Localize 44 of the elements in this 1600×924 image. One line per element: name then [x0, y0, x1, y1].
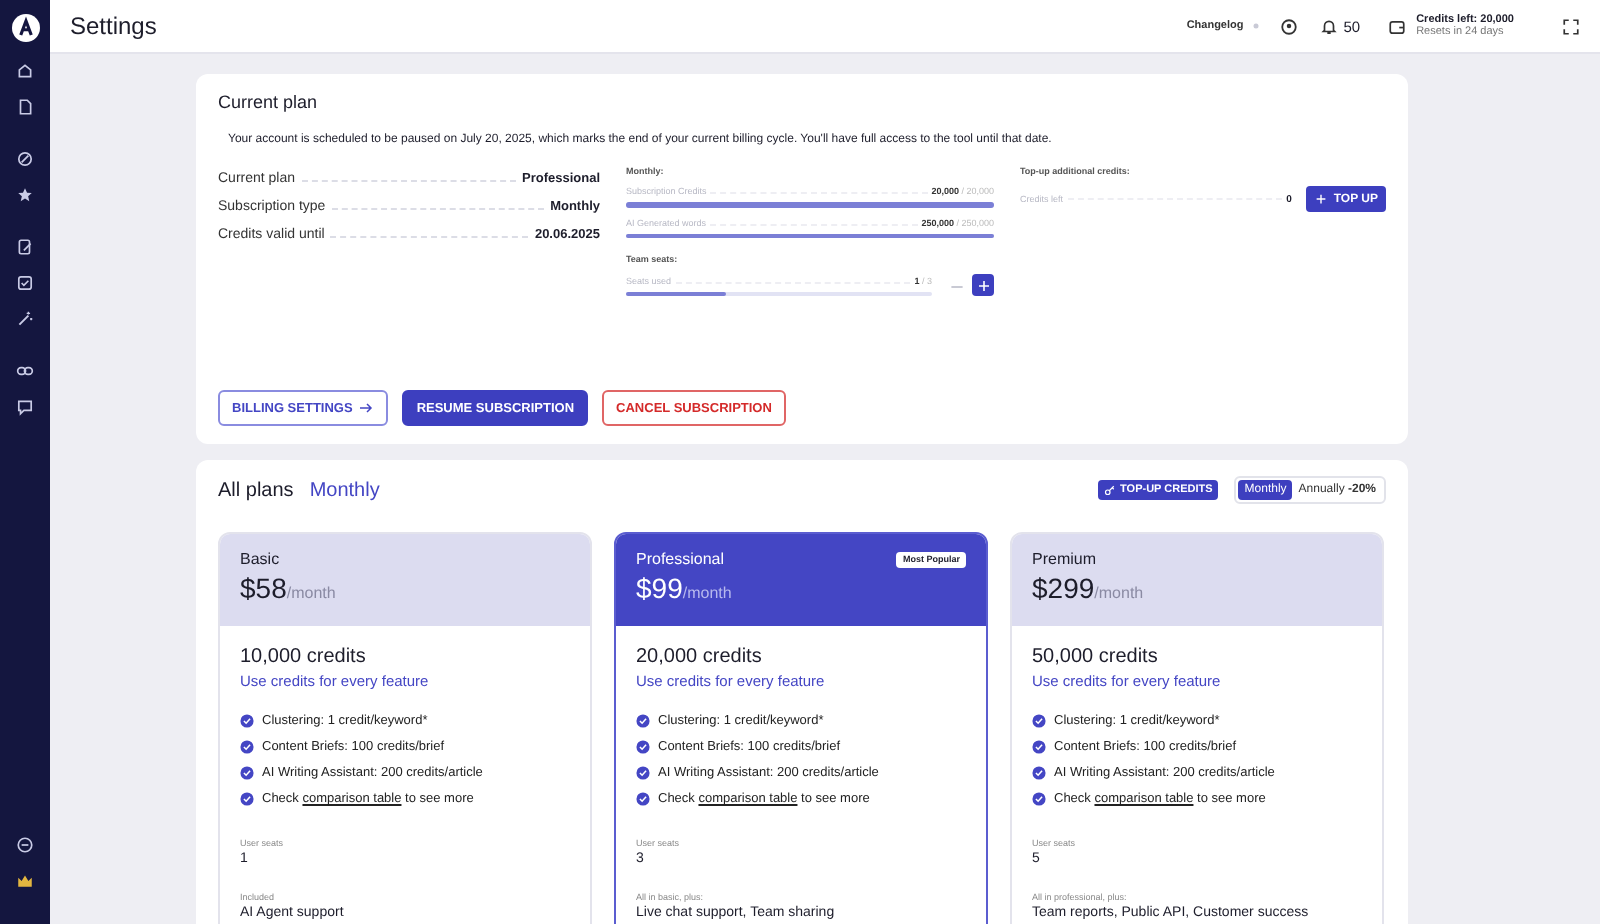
plus-icon	[1313, 192, 1328, 206]
check-circle-icon	[636, 714, 650, 728]
chat-icon[interactable]	[16, 398, 34, 416]
user-circle-icon[interactable]	[1279, 17, 1298, 35]
document-icon[interactable]	[16, 98, 34, 116]
section-title: All plans	[218, 479, 294, 501]
page-title: Settings	[70, 12, 157, 40]
billing-period-text: Monthly	[309, 479, 380, 501]
check-circle-icon	[636, 740, 650, 754]
home-icon[interactable]	[16, 62, 34, 80]
section-title: Current plan	[218, 92, 320, 112]
plan-name: Premium	[1032, 550, 1097, 568]
check-circle-icon	[240, 714, 254, 728]
check-circle-icon	[1032, 740, 1046, 754]
check-circle-icon	[636, 766, 650, 780]
credits-amount: 50,000 credits	[1032, 646, 1160, 668]
check-circle-icon	[240, 740, 254, 754]
check-circle-icon	[240, 766, 254, 780]
check-circle-icon	[240, 792, 254, 806]
expand-icon[interactable]	[1562, 17, 1580, 35]
check-circle-icon	[1032, 766, 1046, 780]
plan-price: $99/month	[636, 572, 734, 604]
star-icon[interactable]	[16, 186, 34, 204]
bell-icon	[1319, 17, 1338, 35]
plan-name: Professional	[636, 550, 725, 568]
link-icon[interactable]	[16, 362, 34, 380]
check-square-icon[interactable]	[16, 274, 34, 292]
check-circle-icon	[636, 792, 650, 806]
plan-price: $299/month	[1032, 572, 1146, 604]
add-seat-button[interactable]	[972, 274, 994, 296]
arrow-right-icon	[358, 400, 375, 416]
check-circle-icon	[1032, 792, 1046, 806]
plan-name: Basic	[240, 550, 280, 568]
check-circle-icon	[1032, 714, 1046, 728]
credits-amount: 10,000 credits	[240, 646, 368, 668]
plus-icon	[975, 277, 991, 293]
plan-price: $58/month	[240, 572, 338, 604]
magic-wand-icon[interactable]	[16, 310, 34, 328]
credits-amount: 20,000 credits	[636, 646, 764, 668]
wallet-icon	[1388, 17, 1407, 35]
logo-icon	[11, 14, 39, 42]
crown-icon[interactable]	[16, 872, 34, 890]
edit-document-icon[interactable]	[16, 238, 34, 256]
key-icon	[1104, 484, 1117, 496]
